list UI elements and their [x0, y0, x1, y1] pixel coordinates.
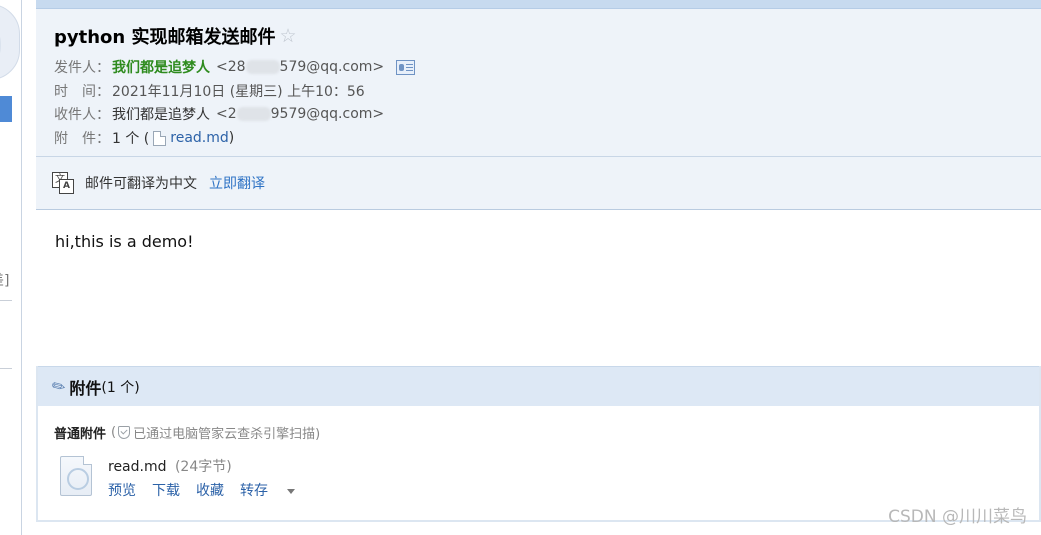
star-icon[interactable]: ☆ [279, 26, 296, 46]
attachment-file-name: read.md [108, 459, 167, 475]
mail-subject: python 实现邮箱发送邮件 [54, 27, 276, 48]
attachment-actions: 预览 下载 收藏 转存 [108, 480, 311, 500]
chevron-down-icon [287, 488, 295, 494]
time-label: 时 间： [54, 84, 110, 100]
attachment-count: 1 个 ( [112, 131, 150, 147]
translate-icon: 文 A [52, 172, 74, 194]
favorite-link[interactable]: 收藏 [196, 480, 224, 500]
mail-reading-pane: python 实现邮箱发送邮件 ☆ 发件人： 我们都是追梦人 <28 579@qq… [36, 0, 1041, 535]
recipient-name[interactable]: 我们都是追梦人 [112, 104, 210, 124]
attachment-total: (1 个) [101, 379, 140, 396]
attachment-item: read.md (24字节) [108, 456, 232, 476]
paperclip-icon: ✎ [48, 374, 70, 399]
preview-link[interactable]: 预览 [108, 480, 136, 500]
recipient-row: 收件人： 我们都是追梦人 <2 9579@qq.com> [54, 104, 384, 124]
translate-now-link[interactable]: 立即翻译 [209, 173, 265, 193]
attachment-file-link[interactable]: read.md [170, 130, 229, 146]
toolbar-strip [36, 0, 1041, 9]
recipient-address: <2 9579@qq.com> [216, 106, 385, 122]
sender-label: 发件人： [54, 60, 110, 76]
recipient-label: 收件人： [54, 107, 110, 123]
sidebar-pane: 差] [0, 0, 22, 535]
sidebar-divider [0, 300, 12, 301]
redaction [236, 107, 271, 121]
file-icon[interactable] [60, 456, 92, 496]
attachment-header: ✎ 附件 (1 个) [38, 366, 1039, 406]
redaction [245, 60, 280, 74]
mail-header: python 实现邮箱发送邮件 ☆ 发件人： 我们都是追梦人 <28 579@qq… [36, 9, 1041, 157]
sender-address: <28 579@qq.com> [216, 59, 385, 75]
normal-attachment-title: 普通附件 [54, 427, 107, 442]
time-row: 时 间： 2021年11月10日 (星期三) 上午10：56 [54, 81, 365, 101]
file-icon [153, 130, 167, 146]
download-link[interactable]: 下载 [152, 480, 180, 500]
sender-row: 发件人： 我们都是追梦人 <28 579@qq.com> [54, 57, 416, 77]
scan-note: ( 已通过电脑管家云查杀引擎扫描) [111, 425, 321, 442]
sidebar-selected-item[interactable] [0, 96, 12, 122]
attachment-label: 附 件： [54, 131, 110, 147]
translate-bar: 文 A 邮件可翻译为中文 立即翻译 [36, 157, 1041, 210]
contact-card-icon[interactable] [396, 59, 416, 75]
sender-name[interactable]: 我们都是追梦人 [112, 57, 210, 77]
attachment-title: 附件 [69, 378, 102, 398]
sidebar-divider [0, 368, 12, 369]
watermark: CSDN @川川菜鸟 [888, 507, 1027, 527]
translate-prompt: 邮件可翻译为中文 [85, 176, 197, 192]
save-to-dropdown[interactable]: 转存 [240, 480, 295, 500]
shield-check-icon [118, 426, 131, 439]
sidebar-decoration [0, 4, 20, 80]
sidebar-truncated-text: 差] [0, 273, 10, 289]
mail-body: hi,this is a demo! [55, 232, 194, 251]
attachment-section: ✎ 附件 (1 个) 普通附件 ( 已通过电脑管家云查杀引擎扫描) read.m… [36, 366, 1041, 522]
attachment-row: 附 件： 1 个 ( read.md ) [54, 130, 235, 147]
time-value: 2021年11月10日 (星期三) 上午10：56 [112, 84, 365, 100]
attachment-file-size: (24字节) [174, 459, 232, 475]
